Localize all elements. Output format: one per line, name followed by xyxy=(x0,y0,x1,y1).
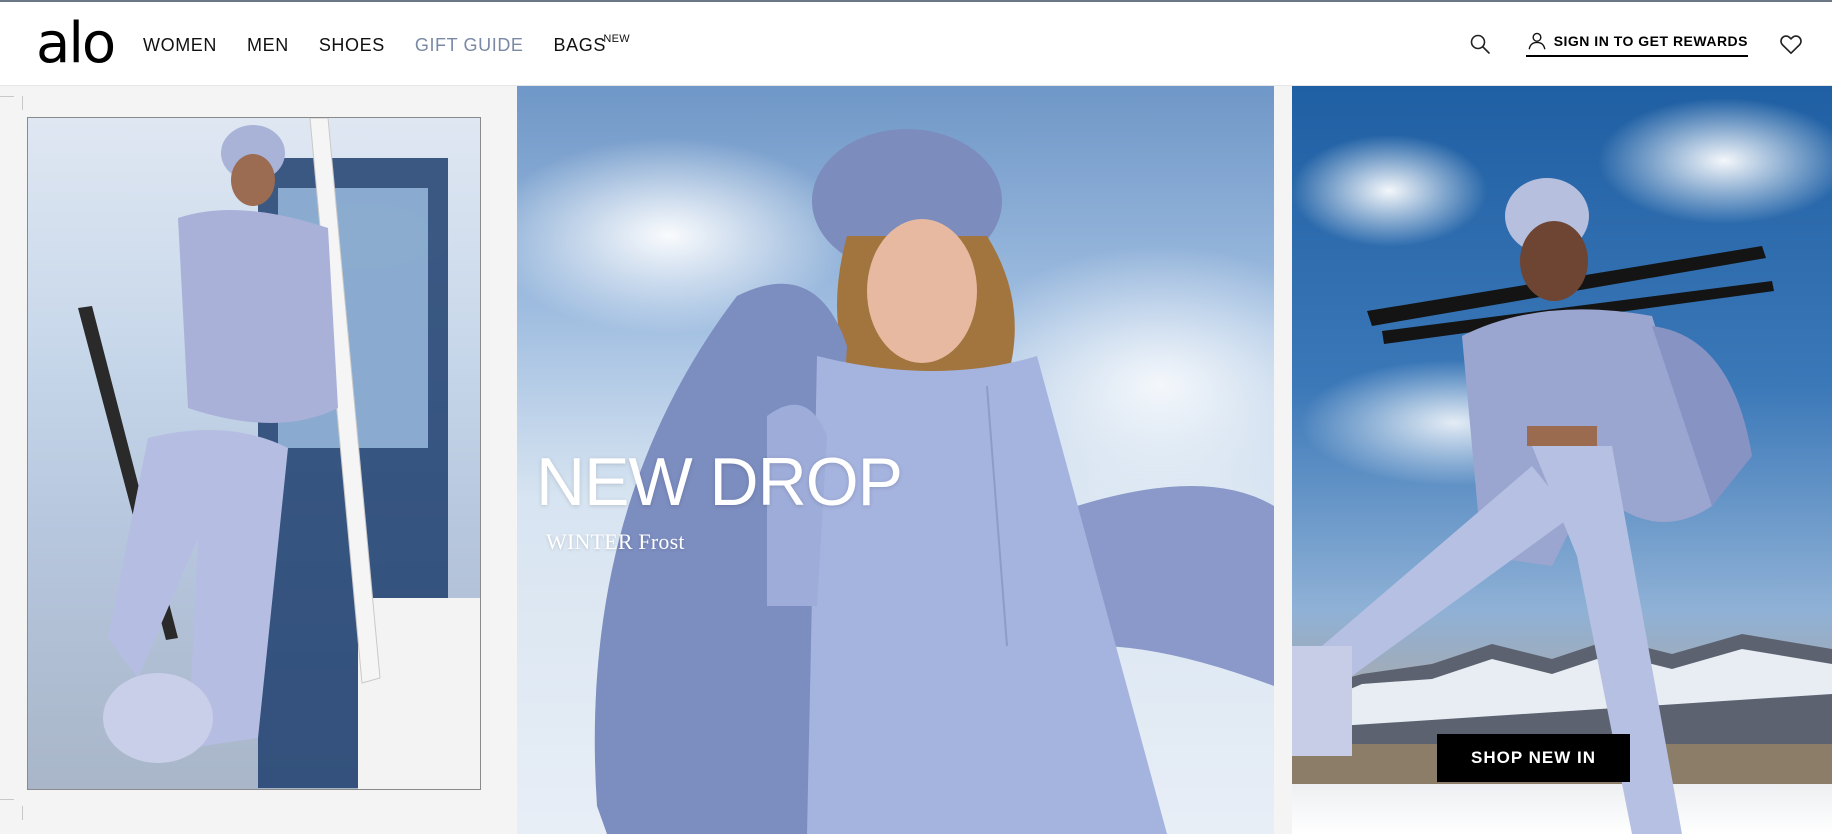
site-header: alo WOMEN MEN SHOES GIFT GUIDE BAGS NEW … xyxy=(0,0,1832,86)
heart-icon[interactable] xyxy=(1778,31,1804,57)
nav-item-gift-guide[interactable]: GIFT GUIDE xyxy=(415,32,524,58)
nav-item-bags[interactable]: BAGS NEW xyxy=(553,32,630,58)
nav-item-women[interactable]: WOMEN xyxy=(143,32,217,58)
nav-item-men[interactable]: MEN xyxy=(247,32,289,58)
new-badge: NEW xyxy=(603,33,630,45)
user-icon xyxy=(1528,32,1546,50)
model-figure-right xyxy=(1292,178,1774,834)
nav-item-bags-label: BAGS xyxy=(553,35,606,55)
shop-new-in-button[interactable]: SHOP NEW IN xyxy=(1437,734,1630,782)
nav-item-shoes[interactable]: SHOES xyxy=(319,32,385,58)
alo-logo[interactable]: alo xyxy=(36,14,116,74)
hero-subtitle: WINTER Frost xyxy=(546,529,685,554)
crop-mark xyxy=(22,806,23,820)
search-icon[interactable] xyxy=(1468,32,1492,56)
crop-mark xyxy=(0,96,14,97)
hero-title: NEW DROP xyxy=(536,444,903,520)
model-figure-left xyxy=(78,118,480,789)
crop-mark xyxy=(22,96,23,110)
main-nav: WOMEN MEN SHOES GIFT GUIDE BAGS NEW xyxy=(143,32,636,58)
hero-banner: NEW DROP WINTER Frost SHOP NEW IN xyxy=(0,86,1832,834)
header-actions: SIGN IN TO GET REWARDS xyxy=(1468,30,1804,57)
hero-image-right[interactable] xyxy=(1292,86,1832,834)
crop-mark xyxy=(0,799,14,800)
hero-image-left[interactable] xyxy=(27,117,481,790)
sign-in-label: SIGN IN TO GET REWARDS xyxy=(1553,33,1748,49)
sign-in-rewards-link[interactable]: SIGN IN TO GET REWARDS xyxy=(1525,30,1748,57)
